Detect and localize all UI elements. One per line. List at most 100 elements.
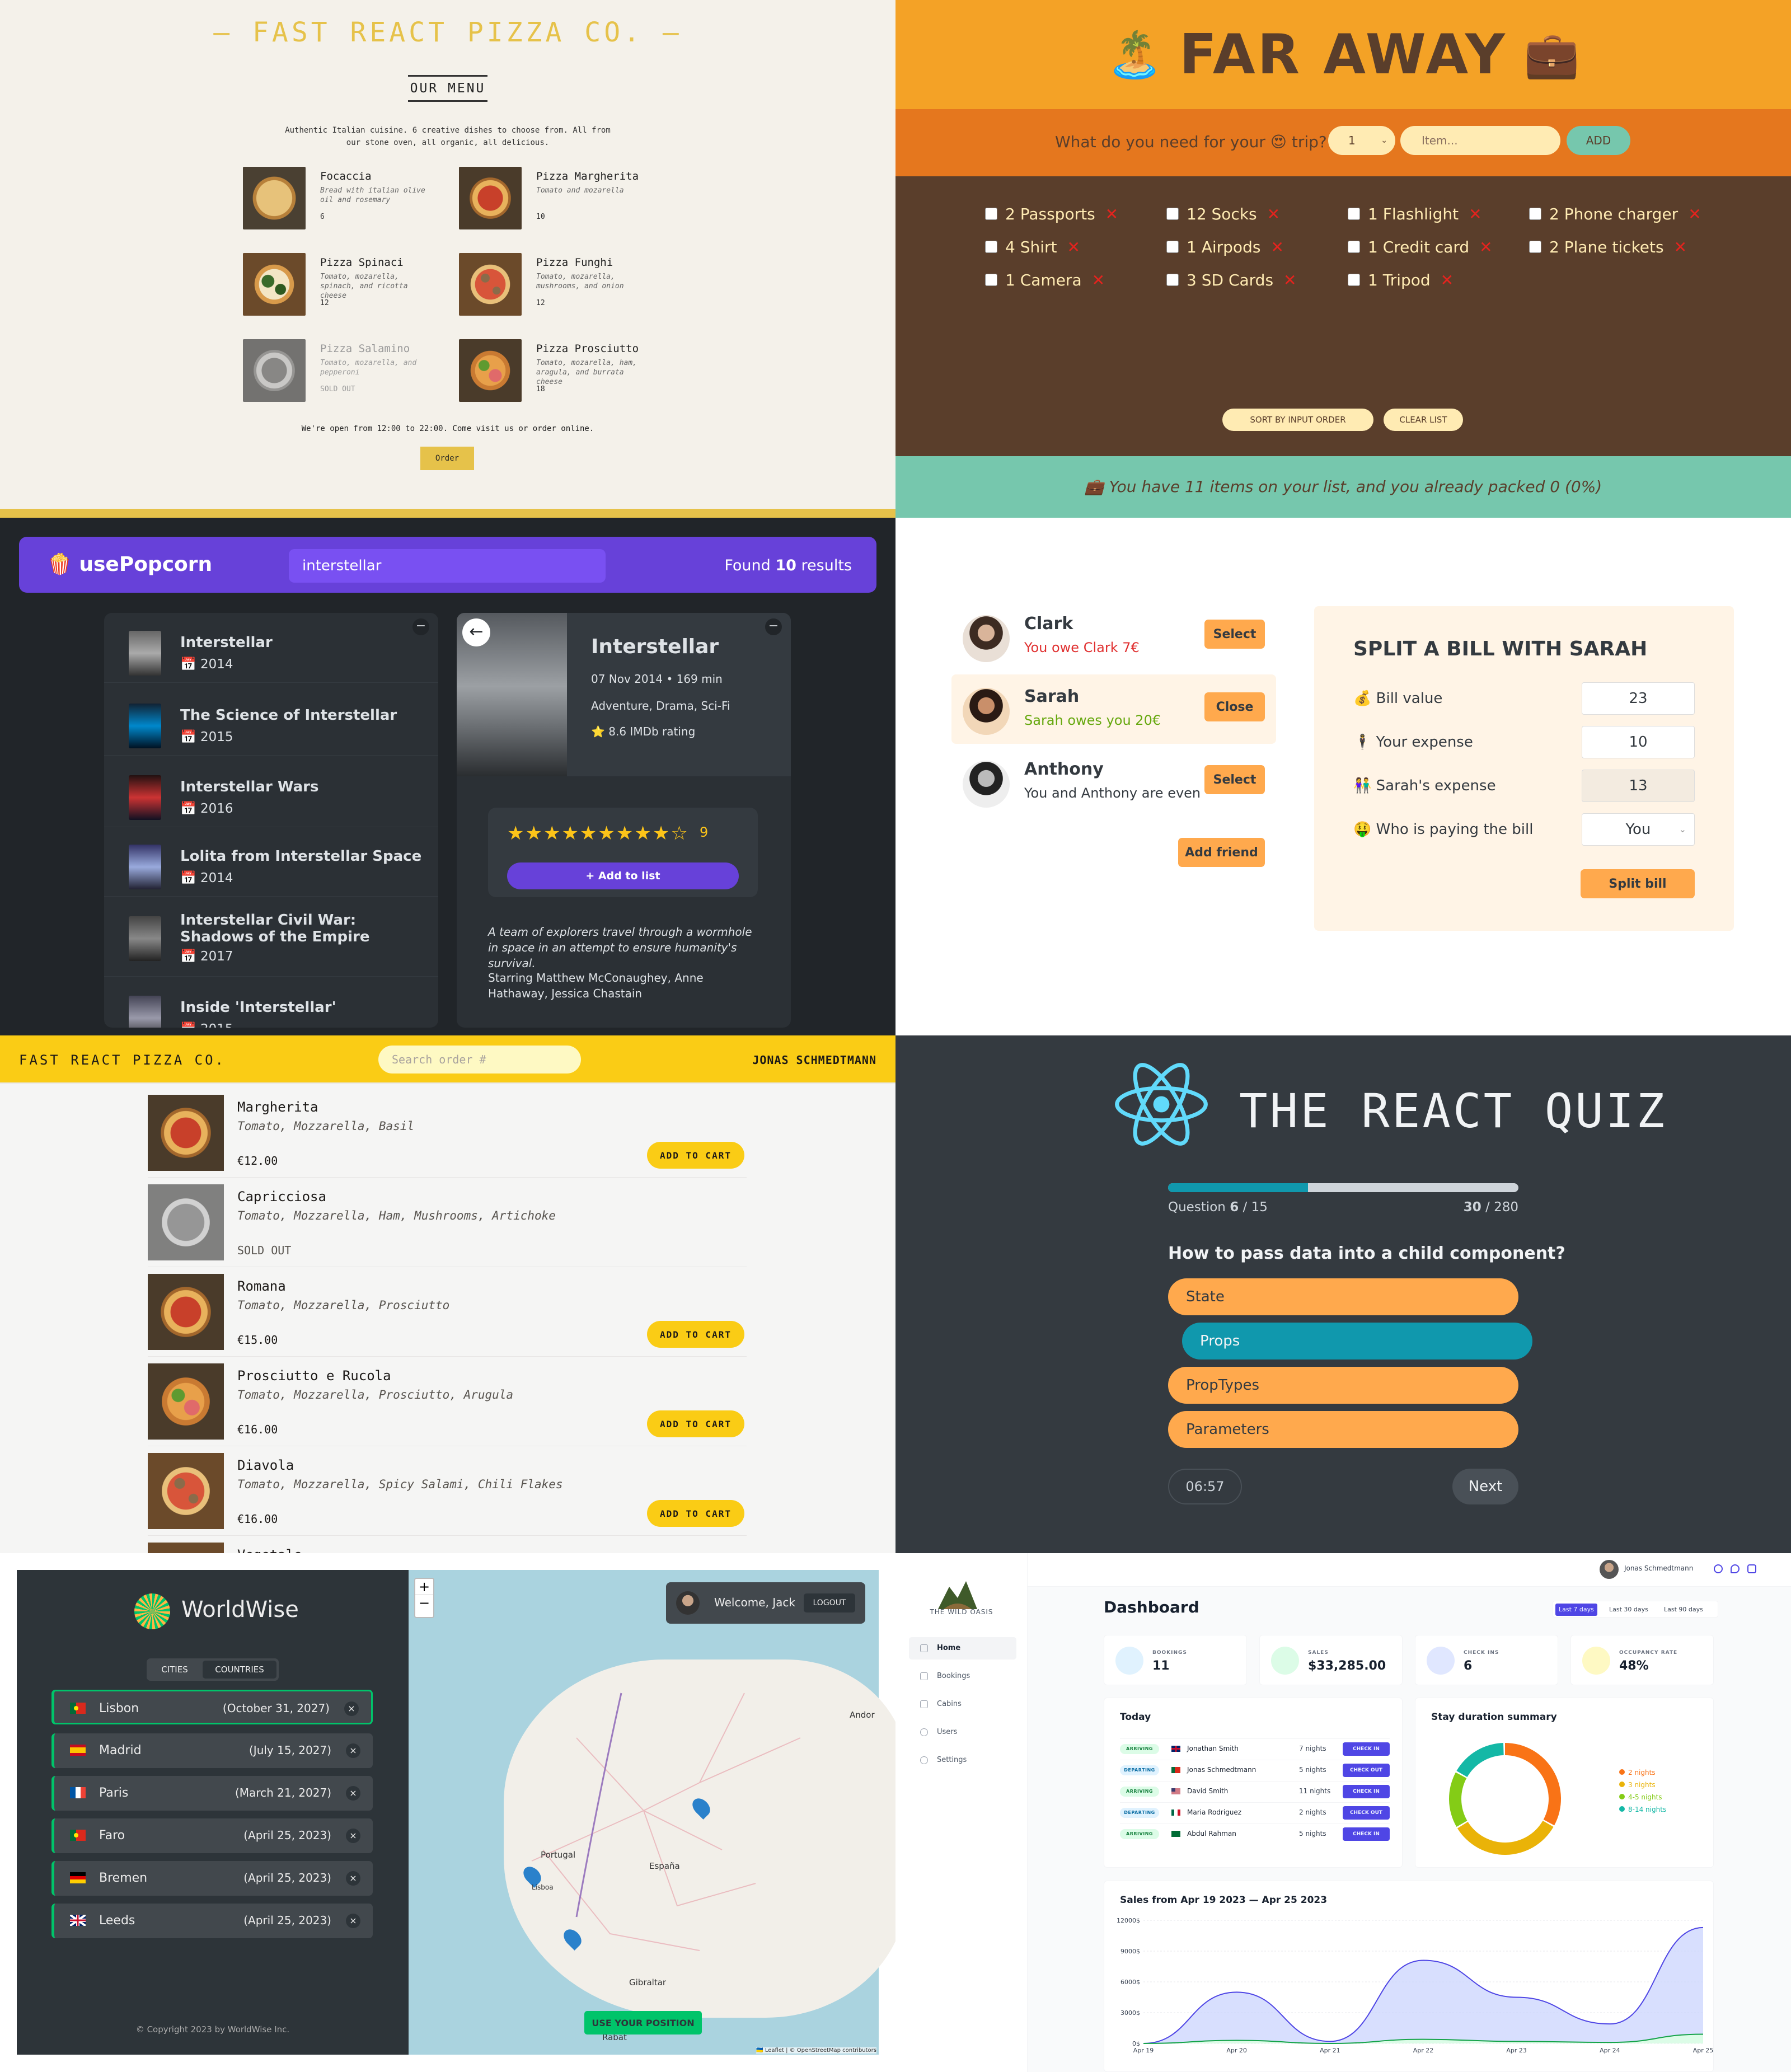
packed-checkbox[interactable] [1348,274,1360,286]
check-in-button[interactable]: CHECK IN [1343,1742,1390,1756]
sort-select[interactable]: SORT BY INPUT ORDER [1222,409,1373,431]
delete-icon[interactable]: ✕ [1270,238,1283,256]
packed-checkbox[interactable] [985,208,997,220]
city-item[interactable]: Paris (March 21, 2027) × [51,1776,373,1811]
close-friend-button[interactable]: Close [1204,692,1265,721]
movie-list-item[interactable]: Interstellar Wars 📅 2016 [104,757,438,827]
packed-checkbox[interactable] [1348,208,1360,220]
item-label: 2 Plane tickets [1549,237,1664,256]
next-button[interactable]: Next [1452,1469,1518,1504]
filter-last-7-days[interactable]: Last 7 days [1555,1604,1597,1616]
packed-checkbox[interactable] [985,274,997,286]
tab-countries[interactable]: COUNTRIES [203,1661,276,1679]
delete-icon[interactable]: ✕ [1479,238,1492,256]
delete-icon[interactable]: ✕ [1469,205,1481,223]
x-tick-label: Apr 22 [1413,2047,1434,2054]
city-item[interactable]: Leeds (April 25, 2023) × [51,1904,373,1938]
delete-icon[interactable]: ✕ [1092,271,1105,289]
friend-balance: Sarah owes you 20€ [1024,712,1161,728]
zoom-out-button[interactable]: − [415,1595,433,1611]
add-item-button[interactable]: ADD [1567,126,1630,155]
delete-icon[interactable]: ✕ [1283,271,1296,289]
add-to-cart-button[interactable]: ADD TO CART [647,1500,744,1527]
delete-city-icon[interactable]: × [346,1786,360,1801]
add-to-cart-button[interactable]: ADD TO CART [647,1321,744,1348]
answer-option[interactable]: State [1168,1278,1518,1315]
answer-option[interactable]: PropTypes [1168,1367,1518,1404]
activity-row: DEPARTING Jonas Schmedtmann 5 nights CHECK … [1120,1760,1390,1780]
movie-list-item[interactable]: Interstellar Civil War: Shadows of the E… [104,898,438,977]
nav-cabins[interactable]: Cabins [909,1693,1016,1715]
pizza-name: Pizza Salamino [320,343,410,355]
add-to-cart-button[interactable]: ADD TO CART [647,1410,744,1437]
collapse-toggle[interactable]: − [765,618,782,635]
filter-last-30-days[interactable]: Last 30 days [1606,1604,1652,1616]
packed-checkbox[interactable] [1166,208,1179,220]
delete-city-icon[interactable]: × [346,1871,360,1886]
answer-option-selected[interactable]: Props [1182,1323,1532,1360]
delete-city-icon[interactable]: × [346,1743,360,1758]
zoom-in-button[interactable]: + [415,1579,433,1595]
check-in-button[interactable]: CHECK IN [1343,1827,1390,1841]
add-friend-button[interactable]: Add friend [1178,838,1265,867]
search-order-input[interactable]: Search order # [378,1046,581,1073]
packed-checkbox[interactable] [1348,241,1360,253]
city-item[interactable]: Madrid (July 15, 2027) × [51,1733,373,1768]
add-to-cart-button[interactable]: ADD TO CART [647,1142,744,1169]
delete-city-icon[interactable]: × [346,1829,360,1843]
logout-icon[interactable] [1747,1564,1756,1573]
packed-checkbox[interactable] [1529,208,1541,220]
brand-link[interactable]: FAST REACT PIZZA CO. [19,1052,226,1068]
map-container[interactable]: + − Portugal España Lisboa Gibraltar Raba… [409,1570,896,2055]
movie-list-item[interactable]: Lolita from Interstellar Space 📅 2014 [104,827,438,897]
back-arrow-icon[interactable]: ← [462,618,490,646]
popcorn-panel: 🍿 usePopcorn interstellar Found 10 resul… [0,518,896,1035]
packed-checkbox[interactable] [985,241,997,253]
bill-value-input[interactable]: 23 [1582,682,1695,715]
packed-checkbox[interactable] [1166,274,1179,286]
tab-cities[interactable]: CITIES [149,1661,200,1679]
delete-city-icon[interactable]: × [344,1701,359,1716]
worldwise-logo[interactable]: WorldWise [134,1589,302,1634]
check-out-button[interactable]: CHECK OUT [1343,1806,1390,1820]
select-friend-button[interactable]: Select [1204,765,1265,794]
delete-icon[interactable]: ✕ [1674,238,1687,256]
movie-list-item[interactable]: Inside 'Interstellar'📅 2015 [104,978,438,1028]
star-rating[interactable]: ★★★★★★★★★☆ [507,822,689,845]
delete-city-icon[interactable]: × [346,1914,360,1928]
payer-select[interactable]: You ⌄ [1582,813,1695,846]
city-item[interactable]: Faro (April 25, 2023) × [51,1818,373,1853]
movie-list-item[interactable]: Interstellar 📅 2014 [104,613,438,683]
delete-icon[interactable]: ✕ [1688,205,1701,223]
item-input[interactable]: Item... [1400,126,1560,155]
logout-button[interactable]: LOGOUT [804,1593,855,1612]
use-position-button[interactable]: USE YOUR POSITION [584,2011,702,2035]
delete-icon[interactable]: ✕ [1267,205,1280,223]
answer-option[interactable]: Parameters [1168,1411,1518,1448]
moon-icon[interactable] [1731,1564,1740,1573]
check-out-button[interactable]: CHECK OUT [1343,1764,1390,1777]
nav-home[interactable]: Home [909,1637,1016,1660]
delete-icon[interactable]: ✕ [1105,205,1118,223]
add-to-list-button[interactable]: + Add to list [507,862,739,889]
delete-icon[interactable]: ✕ [1067,238,1080,256]
delete-icon[interactable]: ✕ [1441,271,1454,289]
user-icon[interactable] [1714,1564,1723,1573]
order-button[interactable]: Order [420,447,474,470]
your-expense-input[interactable]: 10 [1582,726,1695,758]
city-item[interactable]: Bremen (April 25, 2023) × [51,1861,373,1896]
movie-search-input[interactable]: interstellar [289,549,606,583]
movie-list-item[interactable]: The Science of Interstellar 📅 2015 [104,686,438,756]
packed-checkbox[interactable] [1529,241,1541,253]
filter-last-90-days[interactable]: Last 90 days [1661,1604,1706,1616]
quantity-select[interactable]: 1 ⌄ [1328,126,1395,155]
clear-list-button[interactable]: CLEAR LIST [1384,409,1463,431]
select-friend-button[interactable]: Select [1204,620,1265,649]
nav-settings[interactable]: Settings [909,1749,1016,1771]
packed-checkbox[interactable] [1166,241,1179,253]
nav-users[interactable]: Users [909,1721,1016,1743]
check-in-button[interactable]: CHECK IN [1343,1785,1390,1798]
city-item-active[interactable]: Lisbon (October 31, 2027) × [51,1690,373,1724]
nav-bookings[interactable]: Bookings [909,1665,1016,1687]
split-bill-button[interactable]: Split bill [1581,869,1695,898]
